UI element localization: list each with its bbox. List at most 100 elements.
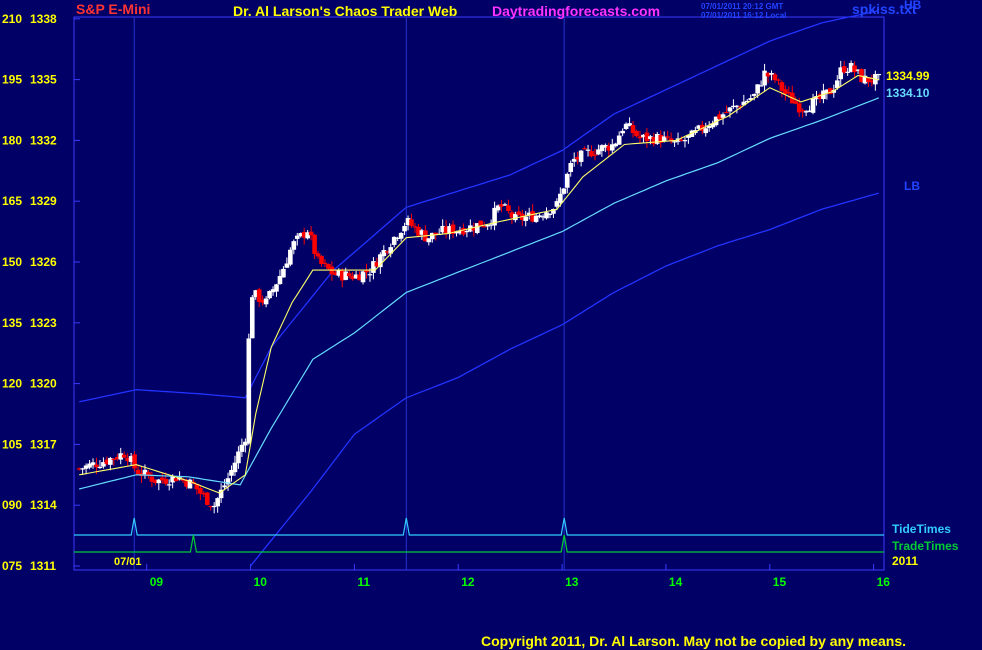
x-axis: 09 10 11 12 13 14 15 16 — [146, 564, 891, 589]
trade-times-line — [74, 534, 884, 553]
candle-body — [800, 110, 805, 112]
y-axis: 075 1311 090 1314 105 1317 120 1320 135 1323 150 13… — [2, 12, 80, 573]
candle-body — [249, 297, 255, 339]
candle-body — [568, 163, 574, 172]
y-tick-count: 195 — [2, 73, 22, 87]
y-tick-count: 180 — [2, 133, 22, 147]
candle-body — [215, 498, 220, 507]
candle-body — [852, 65, 857, 73]
candle-body — [274, 284, 279, 292]
candle-body — [776, 79, 781, 81]
y-tick-price: 1329 — [30, 194, 57, 208]
candle-body — [585, 149, 591, 151]
y-tick-count: 075 — [2, 559, 22, 573]
candle-body — [246, 338, 252, 444]
symbol-label: S&P E-Mini — [76, 1, 150, 17]
site-name[interactable]: Daytradingforecasts.com — [492, 3, 660, 19]
y-tick-price: 1323 — [30, 316, 57, 330]
candle-body — [751, 94, 757, 96]
upper-band-label: HB — [904, 0, 922, 12]
candle-body — [724, 111, 729, 114]
timestamp-local: 07/01/2011 16:12 Local — [701, 11, 786, 20]
moving-average-layer — [79, 74, 880, 494]
candle-body — [506, 205, 511, 212]
last-price-label: 1334.99 — [886, 69, 930, 83]
x-tick-label: 10 — [254, 575, 268, 589]
candle-body — [620, 130, 625, 134]
candle-body — [132, 454, 137, 469]
timestamp-gmt: 07/01/2011 20:12 GMT — [701, 2, 783, 11]
year-label: 2011 — [892, 554, 918, 568]
y-tick-price: 1317 — [30, 437, 57, 451]
candle-body — [367, 274, 373, 276]
band-layer — [79, 10, 879, 567]
candle-body — [322, 262, 328, 264]
x-tick-label: 13 — [565, 575, 579, 589]
upper-band-line — [79, 10, 879, 403]
x-tick-label: 14 — [669, 575, 683, 589]
chart-canvas: 075 1311090 1314105 1317120 1320135 1323150 13… — [2, 0, 959, 649]
candle-body — [294, 235, 300, 239]
candle-body — [845, 71, 850, 73]
candle-body — [204, 492, 210, 505]
candle-body — [592, 154, 598, 156]
candle-body — [163, 478, 169, 484]
date-label: 07/01 — [114, 556, 142, 568]
candle-body — [402, 225, 407, 232]
slow-moving-average — [79, 97, 880, 490]
candle-body — [263, 298, 269, 305]
candle-body — [121, 454, 127, 458]
candle-body — [665, 136, 670, 138]
candle-body — [727, 107, 733, 112]
x-tick-label: 09 — [150, 575, 164, 589]
candle-body — [312, 234, 317, 254]
chart-title: Dr. Al Larson's Chaos Trader Web — [233, 3, 457, 19]
y-tick-price: 1338 — [30, 12, 57, 26]
y-tick-count: 165 — [2, 194, 22, 208]
candle-body — [236, 451, 241, 464]
candle-body — [239, 444, 245, 452]
y-tick-count: 135 — [2, 316, 22, 330]
candle-body — [634, 130, 639, 137]
y-tick-count: 105 — [2, 437, 22, 451]
x-tick-label: 11 — [357, 575, 370, 589]
candle-body — [222, 485, 227, 488]
candle-body — [682, 140, 688, 142]
candle-body — [810, 98, 816, 113]
candle-body — [166, 484, 172, 486]
y-tick-count: 090 — [2, 498, 22, 512]
copyright: Copyright 2011, Dr. Al Larson. May not b… — [481, 633, 906, 649]
candle-body — [346, 273, 352, 277]
candle-body — [876, 73, 882, 76]
candle-body — [232, 462, 238, 473]
candle-body — [703, 128, 709, 134]
y-tick-price: 1320 — [30, 377, 57, 391]
candle-body — [513, 213, 518, 221]
candle-layer — [76, 60, 882, 514]
y-tick-price: 1332 — [30, 133, 57, 147]
candle-body — [561, 188, 567, 194]
candle-body — [281, 268, 286, 278]
candle-body — [502, 204, 508, 206]
candle-body — [582, 148, 587, 150]
candle-body — [578, 150, 584, 162]
x-tick-label: 15 — [773, 575, 787, 589]
candle-body — [758, 85, 764, 87]
y-tick-count: 210 — [2, 12, 22, 26]
y-tick-count: 150 — [2, 255, 22, 269]
trade-times-label: TradeTimes — [892, 539, 959, 553]
y-tick-price: 1335 — [30, 73, 57, 87]
candle-body — [841, 66, 847, 73]
x-tick-label: 16 — [877, 575, 891, 589]
tide-times-label: TideTimes — [892, 522, 951, 536]
candle-body — [398, 232, 404, 239]
candle-body — [198, 488, 203, 494]
ma-value-label: 1334.10 — [886, 86, 930, 100]
y-tick-price: 1314 — [30, 498, 57, 512]
candle-body — [772, 74, 778, 81]
candle-body — [544, 212, 549, 219]
candle-body — [308, 231, 314, 236]
candle-body — [364, 270, 369, 273]
candle-body — [288, 249, 293, 265]
timing-lines-layer — [74, 517, 884, 553]
